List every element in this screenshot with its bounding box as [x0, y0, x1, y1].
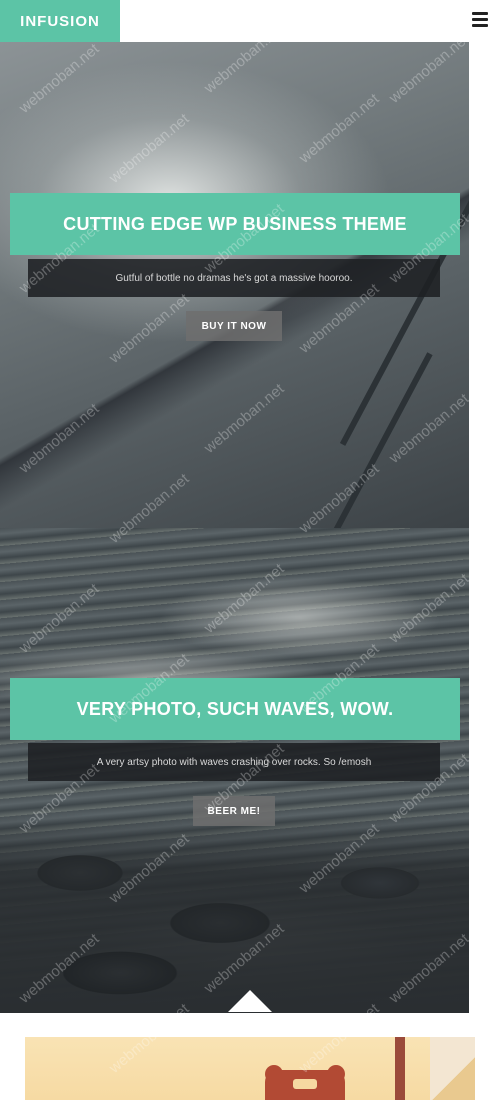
scroll-down-notch[interactable] — [228, 990, 272, 1012]
slide-1-title: CUTTING EDGE WP BUSINESS THEME — [10, 193, 460, 255]
beer-me-button[interactable]: BEER ME! — [193, 796, 275, 826]
decorative-line — [333, 352, 433, 528]
feature-illustration — [25, 1037, 475, 1100]
slide-1-subtitle: Gutful of bottle no dramas he's got a ma… — [28, 259, 440, 297]
site-header: INFUSION — [0, 0, 500, 42]
slide-2-title: VERY PHOTO, SUCH WAVES, WOW. — [10, 678, 460, 740]
illustration-corner — [430, 1037, 475, 1100]
rocks-background — [0, 813, 469, 1013]
character-face-mark — [293, 1079, 317, 1089]
buy-it-now-button[interactable]: BUY IT NOW — [186, 311, 282, 341]
hamburger-menu-icon[interactable] — [472, 12, 488, 28]
illustration-pole — [395, 1037, 405, 1100]
slide-2-subtitle: A very artsy photo with waves crashing o… — [28, 743, 440, 781]
site-logo[interactable]: INFUSION — [0, 0, 120, 42]
